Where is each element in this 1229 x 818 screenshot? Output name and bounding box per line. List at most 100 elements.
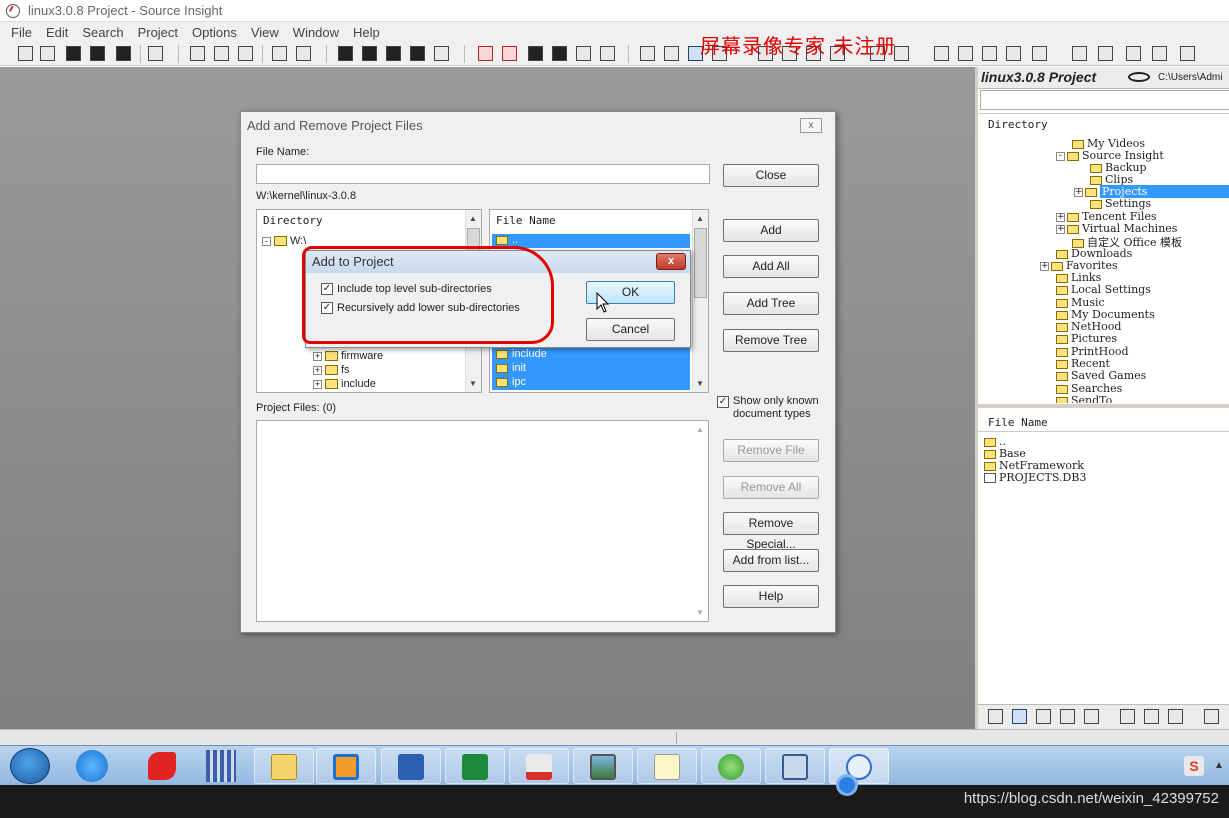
- close-button[interactable]: Close: [723, 164, 819, 187]
- remove-tree-button[interactable]: Remove Tree: [723, 329, 819, 352]
- file-item[interactable]: PROJECTS.DB3: [984, 471, 1086, 484]
- menu-help[interactable]: Help: [346, 25, 387, 40]
- back-arrow-icon[interactable]: [528, 46, 543, 61]
- search-forward-icon[interactable]: [386, 46, 401, 61]
- jump-icon[interactable]: [576, 46, 591, 61]
- properties-icon[interactable]: [1204, 709, 1219, 724]
- close-file-icon[interactable]: [116, 46, 131, 61]
- taskbar-notepad[interactable]: [637, 748, 697, 784]
- file-item[interactable]: NetFramework: [984, 459, 1086, 472]
- remove-file-button[interactable]: Remove File: [723, 439, 819, 462]
- paste-icon[interactable]: [238, 46, 253, 61]
- cut-icon[interactable]: [190, 46, 205, 61]
- relation-window-icon[interactable]: [664, 46, 679, 61]
- reference-icon[interactable]: [1180, 46, 1195, 61]
- tree-item[interactable]: Saved Games: [1056, 369, 1146, 382]
- scroll-up-icon[interactable]: ▲: [696, 214, 704, 223]
- project-search-input[interactable]: [980, 90, 1229, 110]
- symbol-view-icon[interactable]: [1036, 709, 1051, 724]
- file-item-selected[interactable]: ipc: [492, 376, 690, 390]
- taskbar-explorer[interactable]: [254, 748, 314, 784]
- tree-item[interactable]: + fs: [313, 364, 350, 376]
- expand-icon[interactable]: +: [313, 351, 322, 361]
- window-icon[interactable]: [600, 46, 615, 61]
- collapse-icon[interactable]: -: [1056, 151, 1065, 161]
- tree-item[interactable]: Settings: [1090, 197, 1151, 210]
- taskbar-app[interactable]: [316, 748, 376, 784]
- expand-icon[interactable]: +: [313, 379, 322, 389]
- add-button[interactable]: Add: [723, 219, 819, 242]
- collapse-icon[interactable]: -: [262, 236, 271, 246]
- search-icon[interactable]: [338, 46, 353, 61]
- search-backward-icon[interactable]: [362, 46, 377, 61]
- detail-view-icon[interactable]: [1012, 709, 1027, 724]
- project-files-list[interactable]: ▲ ▼: [256, 420, 709, 622]
- copy-icon[interactable]: [214, 46, 229, 61]
- new-file-icon[interactable]: [18, 46, 33, 61]
- open-folder-icon[interactable]: [1120, 709, 1135, 724]
- search-files-icon[interactable]: [410, 46, 425, 61]
- scroll-thumb[interactable]: [694, 228, 707, 298]
- taskbar-photo[interactable]: [573, 748, 633, 784]
- menu-window[interactable]: Window: [286, 25, 346, 40]
- remove-special-button[interactable]: Remove Special...: [723, 512, 819, 551]
- expand-icon[interactable]: +: [1056, 224, 1065, 234]
- taskbar-browser[interactable]: [701, 748, 761, 784]
- colors-icon[interactable]: [1084, 709, 1099, 724]
- input-method-icon[interactable]: S: [1184, 756, 1204, 776]
- close-icon[interactable]: x: [656, 253, 686, 270]
- expand-icon[interactable]: +: [1056, 212, 1065, 222]
- tree-item[interactable]: Pictures: [1056, 332, 1117, 345]
- tree-item[interactable]: SendTo: [1056, 394, 1112, 403]
- app-icon[interactable]: [148, 752, 176, 780]
- scroll-down-icon[interactable]: ▼: [696, 379, 704, 388]
- file-name-input[interactable]: [256, 164, 710, 184]
- save-all-icon[interactable]: [90, 46, 105, 61]
- file-list-icon[interactable]: [988, 709, 1003, 724]
- reference-icon[interactable]: [1152, 46, 1167, 61]
- project-window-icon[interactable]: [958, 46, 973, 61]
- show-only-known-option[interactable]: ✓ Show only known document types: [717, 395, 823, 421]
- scroll-up-icon[interactable]: ▲: [469, 214, 477, 223]
- menu-view[interactable]: View: [244, 25, 286, 40]
- print-icon[interactable]: [148, 46, 163, 61]
- redo-icon[interactable]: [296, 46, 311, 61]
- add-from-list-button[interactable]: Add from list...: [723, 549, 819, 572]
- reference-icon[interactable]: [1072, 46, 1087, 61]
- app-icon[interactable]: [206, 750, 236, 782]
- expand-icon[interactable]: +: [313, 365, 322, 375]
- expand-icon[interactable]: +: [1074, 187, 1083, 197]
- scroll-down-icon[interactable]: ▼: [696, 608, 704, 617]
- file-item-selected[interactable]: init: [492, 362, 690, 376]
- help-icon[interactable]: [1032, 46, 1047, 61]
- tree-item[interactable]: + firmware: [313, 350, 383, 362]
- menu-search[interactable]: Search: [75, 25, 130, 40]
- file-list-scrollbar[interactable]: ▲ ▼: [692, 210, 708, 392]
- forward-arrow-icon[interactable]: [552, 46, 567, 61]
- book-icon[interactable]: [1060, 709, 1075, 724]
- tree-item-root[interactable]: - W:\: [262, 235, 306, 247]
- file-item[interactable]: ..: [984, 435, 1086, 448]
- save-icon[interactable]: [66, 46, 81, 61]
- bookmark-icon[interactable]: [478, 46, 493, 61]
- remove-all-button[interactable]: Remove All: [723, 476, 819, 499]
- scroll-up-icon[interactable]: ▲: [696, 425, 704, 434]
- tree-branch-icon[interactable]: [1006, 46, 1021, 61]
- undo-icon[interactable]: [272, 46, 287, 61]
- browser-icon[interactable]: [76, 750, 108, 782]
- taskbar-excel[interactable]: [445, 748, 505, 784]
- reference-icon[interactable]: [1126, 46, 1141, 61]
- splitter[interactable]: [978, 404, 1229, 408]
- menu-file[interactable]: File: [4, 25, 39, 40]
- bookmark-list-icon[interactable]: [502, 46, 517, 61]
- tree-icon[interactable]: [982, 46, 997, 61]
- start-button-icon[interactable]: [10, 748, 50, 784]
- reference-icon[interactable]: [1098, 46, 1113, 61]
- list-icon[interactable]: [1168, 709, 1183, 724]
- help-button[interactable]: Help: [723, 585, 819, 608]
- expand-icon[interactable]: +: [1040, 261, 1049, 271]
- file-item[interactable]: Base: [984, 447, 1086, 460]
- menu-options[interactable]: Options: [185, 25, 244, 40]
- back-icon[interactable]: [934, 46, 949, 61]
- open-folder-icon[interactable]: [40, 46, 55, 61]
